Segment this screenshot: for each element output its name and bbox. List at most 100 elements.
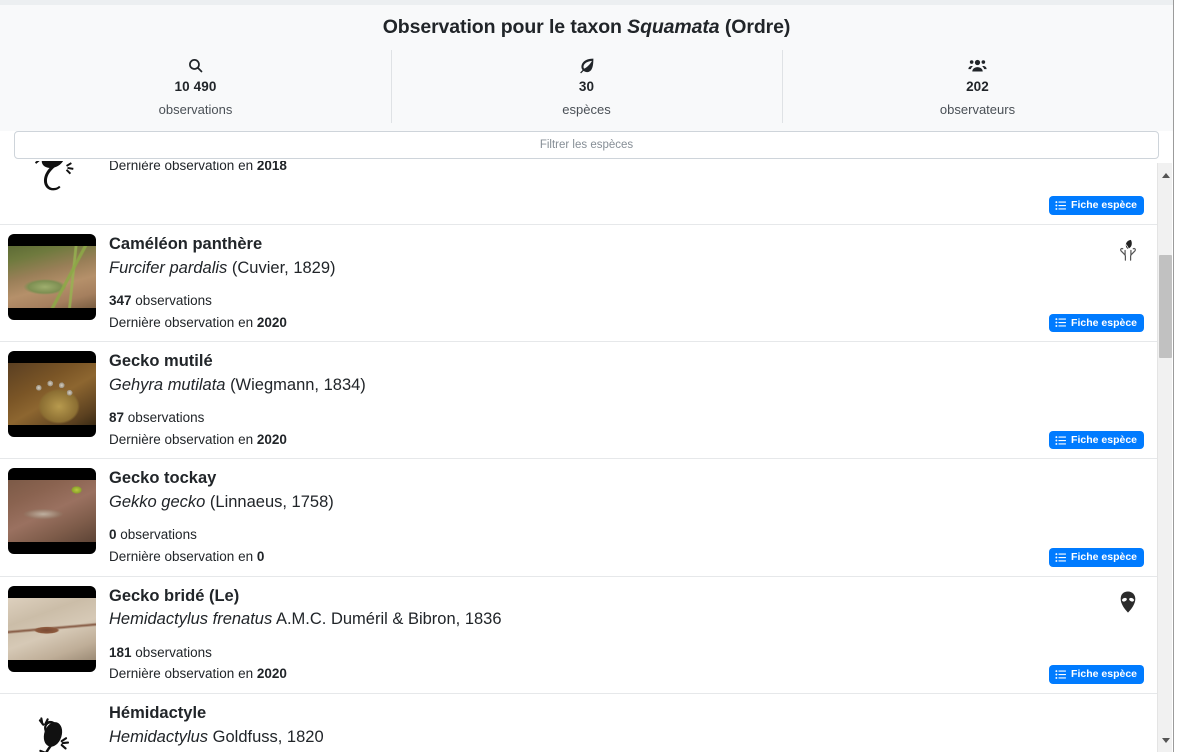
list-icon [1055, 552, 1067, 562]
protected-plant-hands-icon[interactable] [1115, 237, 1141, 263]
latin-name: Hemidactylus [109, 727, 209, 746]
species-thumbnail [8, 468, 96, 555]
stats-row: 10 490 observations 30 espèces 202 obser… [0, 48, 1173, 133]
observation-count: 181 observations [109, 642, 1165, 664]
list-icon [1055, 318, 1067, 328]
stat-observations-label: observations [158, 102, 233, 117]
fiche-espece-button[interactable]: Fiche espèce [1049, 665, 1144, 684]
vernacular-name: Gecko tockay [109, 469, 217, 488]
stat-observations-value: 10 490 [174, 79, 217, 94]
latin-name: Hemidactylus frenatus [109, 610, 273, 629]
fiche-espece-label: Fiche espèce [1071, 199, 1137, 212]
page-title-taxon: Squamata [627, 16, 720, 38]
vernacular-name: Hémidactyle [109, 703, 207, 722]
table-row[interactable]: Caméléon panthère Furcifer pardalis (Cuv… [0, 225, 1165, 343]
scroll-up-arrow-icon[interactable] [1158, 167, 1173, 183]
stat-observateurs-value: 202 [966, 79, 989, 94]
users-icon [786, 55, 1169, 75]
scientific-name: Furcifer pardalis (Cuvier, 1829) [109, 257, 1165, 279]
row-body: Gecko mutilé Gehyra mutilata (Wiegmann, … [96, 350, 1165, 450]
species-thumbnail [8, 351, 96, 438]
scientific-name: Hemidactylus frenatus A.M.C. Duméril & B… [109, 608, 1165, 630]
row-body: Hémidactyle Hemidactylus Goldfuss, 1820 … [96, 702, 1165, 752]
observation-count-label: observations [135, 293, 212, 309]
leaf-icon [395, 55, 778, 75]
last-observation-year: 2020 [256, 314, 287, 330]
taxon-header-card: Observation pour le taxon Squamata (Ordr… [0, 5, 1173, 134]
table-row[interactable]: Hémidactyle Hemidactylus Goldfuss, 1820 … [0, 694, 1165, 752]
last-observation: Dernière observation en 2018 [109, 161, 1165, 176]
fiche-espece-label: Fiche espèce [1071, 551, 1137, 564]
last-observation-year: 2020 [256, 666, 287, 682]
table-row[interactable]: 2 observations Dernière observation en 2… [0, 161, 1165, 225]
species-thumbnail [8, 234, 96, 320]
latin-name: Furcifer pardalis [109, 258, 228, 277]
last-observation-label: Dernière observation en [109, 549, 257, 565]
stat-especes-value: 30 [578, 79, 595, 94]
species-thumbnail [8, 585, 96, 672]
observation-count-label: observations [135, 644, 212, 660]
species-list: 2 observations Dernière observation en 2… [0, 161, 1165, 752]
row-flags [1115, 237, 1141, 263]
observation-count: 87 observations [109, 407, 1165, 429]
table-row[interactable]: Gecko bridé (Le) Hemidactylus frenatus A… [0, 577, 1165, 694]
list-icon [1055, 670, 1067, 679]
vernacular-name: Caméléon panthère [109, 235, 263, 253]
fiche-espece-button[interactable]: Fiche espèce [1049, 548, 1144, 567]
last-observation: Dernière observation en 2020 [109, 663, 1165, 685]
last-observation-year: 0 [256, 549, 265, 565]
last-observation-label: Dernière observation en [109, 666, 257, 682]
table-row[interactable]: Gecko mutilé Gehyra mutilata (Wiegmann, … [0, 342, 1165, 460]
last-observation: Dernière observation en 2020 [109, 312, 1165, 334]
search-icon [4, 55, 387, 75]
stat-observateurs-label: observateurs [939, 102, 1016, 117]
vernacular-name: Gecko bridé (Le) [109, 586, 240, 605]
window-right-border [1173, 0, 1181, 752]
gecko-silhouette-icon [8, 161, 96, 208]
page-title: Observation pour le taxon Squamata (Ordr… [0, 5, 1173, 48]
observation-count-label: observations [127, 410, 205, 426]
last-observation: Dernière observation en 0 [109, 546, 1165, 568]
species-list-inner: 2 observations Dernière observation en 2… [0, 161, 1165, 752]
latin-name: Gehyra mutilata [109, 375, 226, 394]
scroll-down-arrow-icon[interactable] [1158, 732, 1173, 748]
last-observation-year: 2020 [256, 431, 287, 447]
stat-especes-label: espèces [562, 102, 611, 117]
table-row[interactable]: Gecko tockay Gekko gecko (Linnaeus, 1758… [0, 459, 1165, 577]
fiche-espece-button[interactable]: Fiche espèce [1049, 196, 1144, 215]
filter-species-input[interactable] [14, 131, 1159, 159]
latin-name: Gekko gecko [109, 493, 206, 512]
row-body: Caméléon panthère Furcifer pardalis (Cuv… [96, 233, 1165, 333]
fiche-espece-label: Fiche espèce [1071, 316, 1137, 329]
stat-especes: 30 espèces [391, 48, 782, 125]
author-citation: (Linnaeus, 1758) [209, 493, 334, 512]
scientific-name: Gehyra mutilata (Wiegmann, 1834) [109, 374, 1165, 396]
row-flags [1115, 589, 1141, 615]
list-icon [1055, 201, 1067, 211]
scrollbar-thumb[interactable] [1159, 255, 1172, 358]
observation-count-value: 347 [109, 293, 132, 309]
author-citation: (Cuvier, 1829) [231, 258, 336, 277]
stat-observations: 10 490 observations [0, 48, 391, 125]
list-scrollbar[interactable] [1157, 163, 1172, 752]
filter-bar [0, 131, 1173, 161]
row-body: Gecko tockay Gekko gecko (Linnaeus, 1758… [96, 467, 1165, 567]
fiche-espece-button[interactable]: Fiche espèce [1049, 313, 1144, 333]
fiche-espece-button[interactable]: Fiche espèce [1049, 430, 1144, 450]
last-observation: Dernière observation en 2020 [109, 429, 1165, 451]
observation-count-value: 181 [109, 644, 132, 660]
stat-observateurs: 202 observateurs [782, 48, 1173, 125]
observation-count: 347 observations [109, 290, 1165, 312]
last-observation-year: 2018 [256, 161, 287, 173]
author-citation: (Wiegmann, 1834) [230, 375, 366, 394]
gecko-silhouette-icon [8, 702, 96, 752]
last-observation-label: Dernière observation en [109, 431, 257, 447]
observation-count-value: 0 [109, 527, 117, 543]
fiche-espece-label: Fiche espèce [1071, 433, 1137, 446]
row-body: Gecko bridé (Le) Hemidactylus frenatus A… [96, 585, 1165, 685]
page-title-suffix: (Ordre) [719, 16, 791, 38]
alien-exotic-icon[interactable] [1115, 589, 1141, 615]
observation-count: 0 observations [109, 524, 1165, 546]
last-observation-label: Dernière observation en [109, 161, 257, 173]
author-citation: A.M.C. Duméril & Bibron, 1836 [275, 610, 502, 629]
